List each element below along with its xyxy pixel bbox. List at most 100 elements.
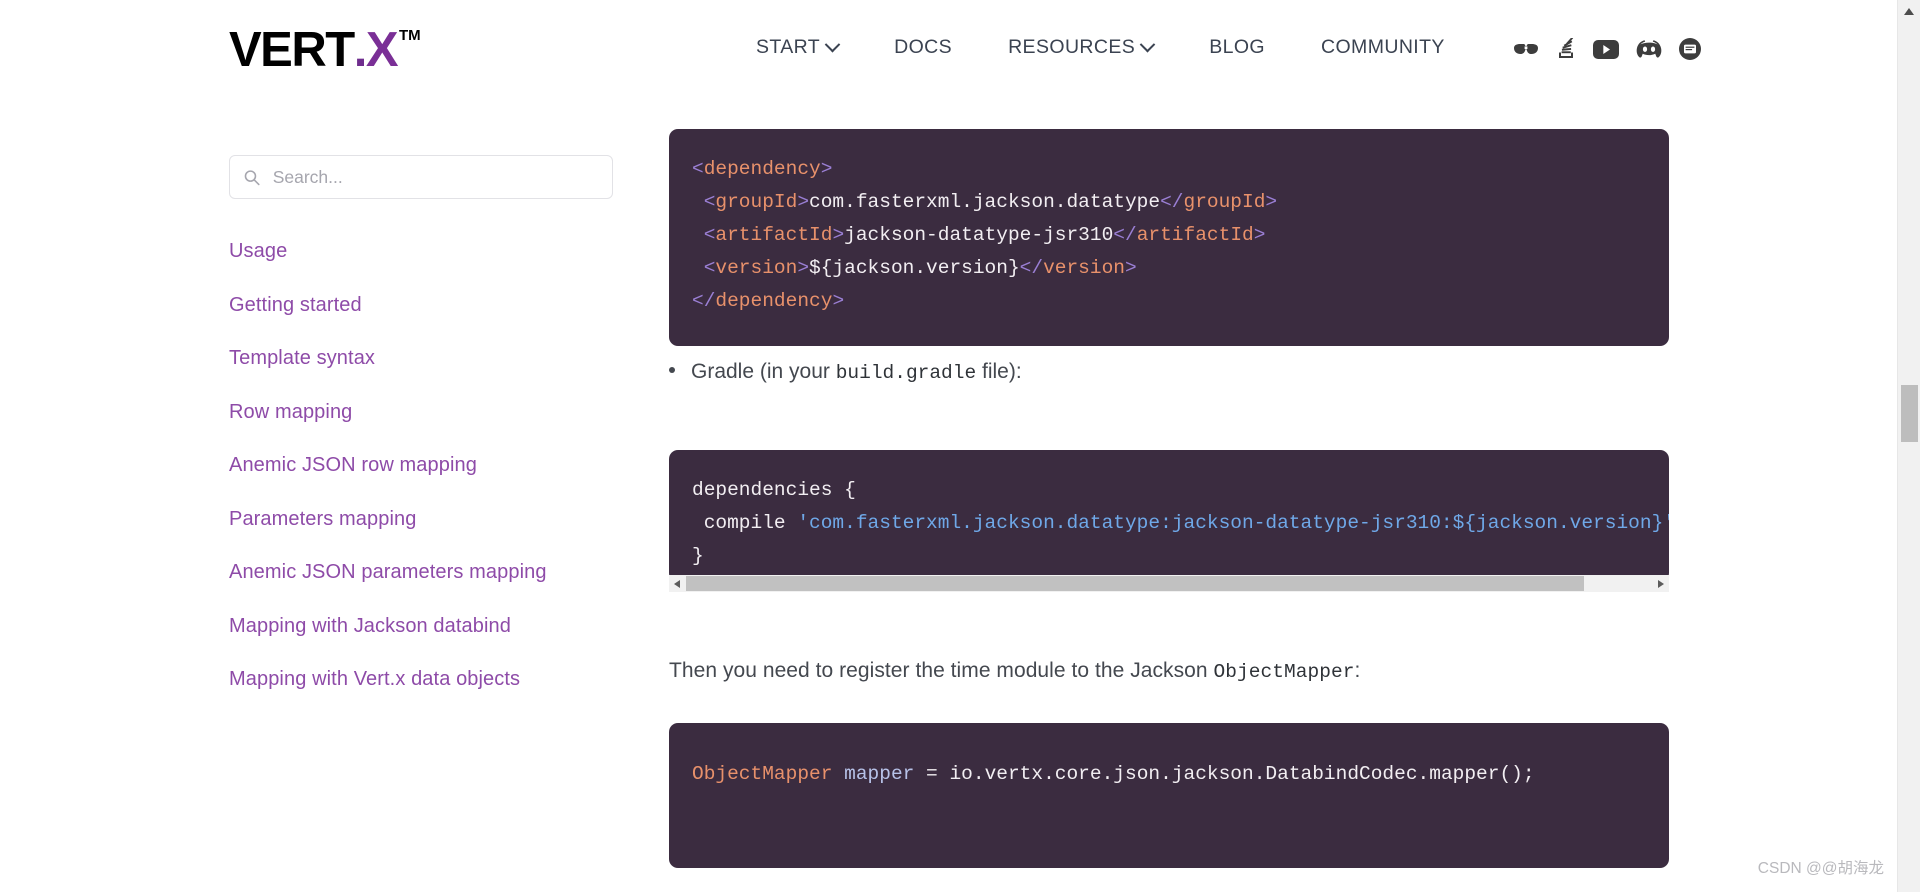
scroll-right-arrow-icon[interactable] [1652,575,1669,592]
code-token: < [703,223,716,246]
sidebar-item-anemic-json-parameters-mapping[interactable]: Anemic JSON parameters mapping [229,561,614,584]
gradle-text-suffix: file): [976,360,1022,383]
nav-label-blog: BLOG [1209,36,1265,58]
code-block-gradle-dependency: dependencies { compile 'com.fasterxml.ja… [669,449,1669,582]
code-token: > [797,256,810,279]
nav-item-start[interactable]: START [728,36,866,59]
code-token: com.fasterxml.jackson.datatype [809,190,1161,213]
search-box[interactable] [229,155,613,199]
code-token: compile [692,511,798,534]
paragraph-suffix: : [1354,659,1361,682]
csdn-watermark: CSDN @@胡海龙 [1757,860,1884,877]
stackoverflow-icon[interactable] [1556,38,1576,60]
vscroll-thumb[interactable] [1901,385,1918,442]
logo-text-x: X [365,23,399,77]
code-token: mapper [844,762,915,785]
vertx-logo[interactable]: VERT . X TM [229,26,421,75]
code-token: </ [1019,256,1044,279]
code-token: </ [692,289,716,312]
code-token: artifactId [1136,223,1254,246]
code-token: < [692,157,704,180]
browser-viewport: VERT . X TM START DOCS RESOURCES BLOG CO… [0,0,1920,892]
sidebar-item-row-mapping[interactable]: Row mapping [229,401,614,424]
code-token: groupId [1183,190,1266,213]
list-item-text: Gradle (in your build.gradle file): [691,360,1022,384]
code-token: 'com.fasterxml.jackson.datatype:jackson-… [797,511,1669,534]
sidebar-item-mapping-jackson-databind[interactable]: Mapping with Jackson databind [229,615,614,638]
code-token: dependency [715,289,833,312]
code-token: jackson-datatype-jsr310 [844,223,1114,246]
code-token: </ [1160,190,1184,213]
hscroll-thumb[interactable] [686,576,1585,591]
nav-label-community: COMMUNITY [1321,36,1445,58]
sidebar-item-getting-started[interactable]: Getting started [229,294,614,317]
social-links [1513,38,1701,60]
code-token: version [1043,256,1125,279]
code-horizontal-scrollbar[interactable] [669,575,1669,592]
code-token: dependency [703,157,821,180]
code-token: > [832,289,845,312]
code-token: > [1253,223,1266,246]
nav-label-resources: RESOURCES [1008,36,1136,58]
sidebar-item-mapping-vertx-data-objects[interactable]: Mapping with Vert.x data objects [229,668,614,691]
sidebar-item-template-syntax[interactable]: Template syntax [229,347,614,370]
nav-label-start: START [756,36,821,58]
sidebar-nav: Usage Getting started Template syntax Ro… [229,240,614,691]
chevron-down-icon [1139,36,1156,53]
code-token: dependencies { [692,478,856,501]
chevron-down-icon [824,36,841,53]
google-groups-icon[interactable] [1513,39,1539,59]
nav-item-blog[interactable]: BLOG [1181,36,1293,59]
scroll-left-arrow-icon[interactable] [669,575,686,592]
code-token: artifactId [715,223,833,246]
page-vertical-scrollbar[interactable] [1897,0,1920,892]
search-input[interactable] [270,165,598,189]
paragraph-register-module: Then you need to register the time modul… [669,659,1360,683]
code-token: > [832,223,845,246]
nav-label-docs: DOCS [894,36,953,58]
code-token: > [1125,256,1137,279]
inline-code-build-gradle: build.gradle [835,362,977,384]
code-token: < [703,256,716,279]
code-token: > [1265,190,1278,213]
code-token: = io.vertx.core.json.jackson.DatabindCod… [914,762,1535,785]
site-header: VERT . X TM START DOCS RESOURCES BLOG CO… [0,0,1897,106]
sidebar-item-parameters-mapping[interactable]: Parameters mapping [229,508,614,531]
bullet-icon [669,367,675,373]
logo-text-vert: VERT [229,23,355,77]
sidebar-item-usage[interactable]: Usage [229,240,614,263]
code-token: ObjectMapper [692,762,833,785]
chat-icon[interactable] [1679,38,1701,60]
discord-icon[interactable] [1636,39,1662,59]
gradle-text-prefix: Gradle (in your [691,360,836,383]
inline-code-objectmapper: ObjectMapper [1213,661,1355,683]
code-token: > [820,157,833,180]
hscroll-track[interactable] [686,575,1652,592]
code-token: groupId [715,190,798,213]
logo-text-dot: . [353,23,368,77]
code-token: > [797,190,810,213]
nav-item-community[interactable]: COMMUNITY [1293,36,1473,59]
sidebar-item-anemic-json-row-mapping[interactable]: Anemic JSON row mapping [229,454,614,477]
youtube-icon[interactable] [1593,39,1619,59]
scroll-up-arrow-icon[interactable] [1898,0,1920,20]
logo-trademark: TM [399,27,421,44]
nav-item-resources[interactable]: RESOURCES [980,36,1181,59]
code-token: } [692,544,704,567]
list-item-gradle: Gradle (in your build.gradle file): [669,360,1669,384]
code-token: ${jackson.version} [809,256,1020,279]
code-block-java-objectmapper: ObjectMapper mapper = io.vertx.core.json… [669,722,1669,868]
nav-item-docs[interactable]: DOCS [866,36,980,59]
code-token: </ [1113,223,1137,246]
search-icon [244,169,260,185]
code-block-maven-dependency: <dependency> <groupId>com.fasterxml.jack… [669,128,1669,346]
code-token: < [703,190,716,213]
main-navigation: START DOCS RESOURCES BLOG COMMUNITY [728,36,1473,59]
paragraph-prefix: Then you need to register the time modul… [669,659,1214,682]
code-token: version [715,256,798,279]
doc-sidebar: Usage Getting started Template syntax Ro… [229,155,614,722]
